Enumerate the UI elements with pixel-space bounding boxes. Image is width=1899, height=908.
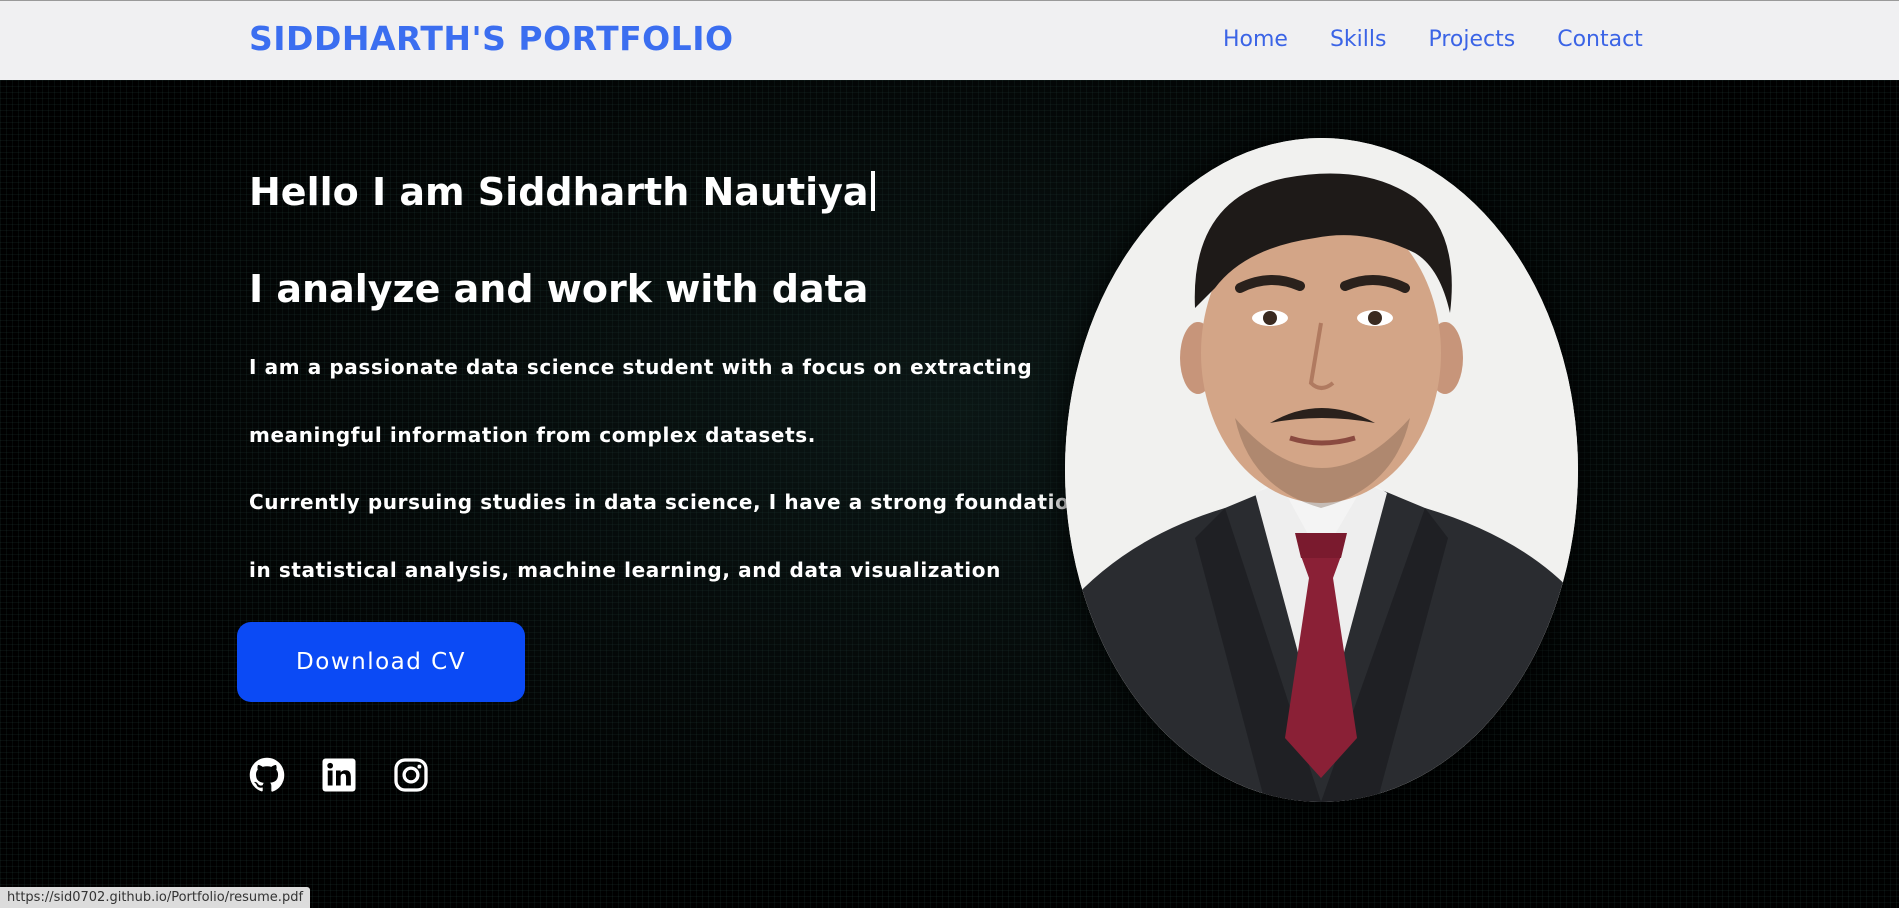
bio-line: meaningful information from complex data…: [249, 423, 816, 447]
portrait-illustration: [1065, 138, 1578, 802]
bio-line: I am a passionate data science student w…: [249, 355, 1033, 379]
github-icon[interactable]: [249, 757, 285, 793]
nav-link-home[interactable]: Home: [1223, 27, 1288, 52]
navbar: SIDDHARTH'S PORTFOLIO Home Skills Projec…: [0, 0, 1899, 80]
bio-line: Currently pursuing studies in data scien…: [249, 490, 1085, 514]
hero-tagline: I analyze and work with data: [249, 267, 869, 311]
nav-link-skills[interactable]: Skills: [1330, 27, 1387, 52]
status-bar-url: https://sid0702.github.io/Portfolio/resu…: [0, 887, 311, 908]
hero-greeting: Hello I am Siddharth Nautiya: [249, 170, 875, 214]
hero-section: Hello I am Siddharth Nautiya I analyze a…: [0, 80, 1899, 908]
nav-link-contact[interactable]: Contact: [1557, 27, 1643, 52]
social-links: [249, 757, 465, 793]
instagram-icon[interactable]: [393, 757, 429, 793]
profile-photo: [1065, 138, 1578, 802]
site-brand[interactable]: SIDDHARTH'S PORTFOLIO: [249, 19, 734, 58]
nav-links: Home Skills Projects Contact: [1223, 27, 1685, 52]
linkedin-icon[interactable]: [321, 757, 357, 793]
download-cv-button[interactable]: Download CV: [237, 622, 525, 702]
greeting-text: Hello I am Siddharth Nautiya: [249, 170, 869, 214]
bio-line: in statistical analysis, machine learnin…: [249, 558, 1001, 582]
typing-caret: [870, 171, 875, 211]
nav-link-projects[interactable]: Projects: [1428, 27, 1515, 52]
